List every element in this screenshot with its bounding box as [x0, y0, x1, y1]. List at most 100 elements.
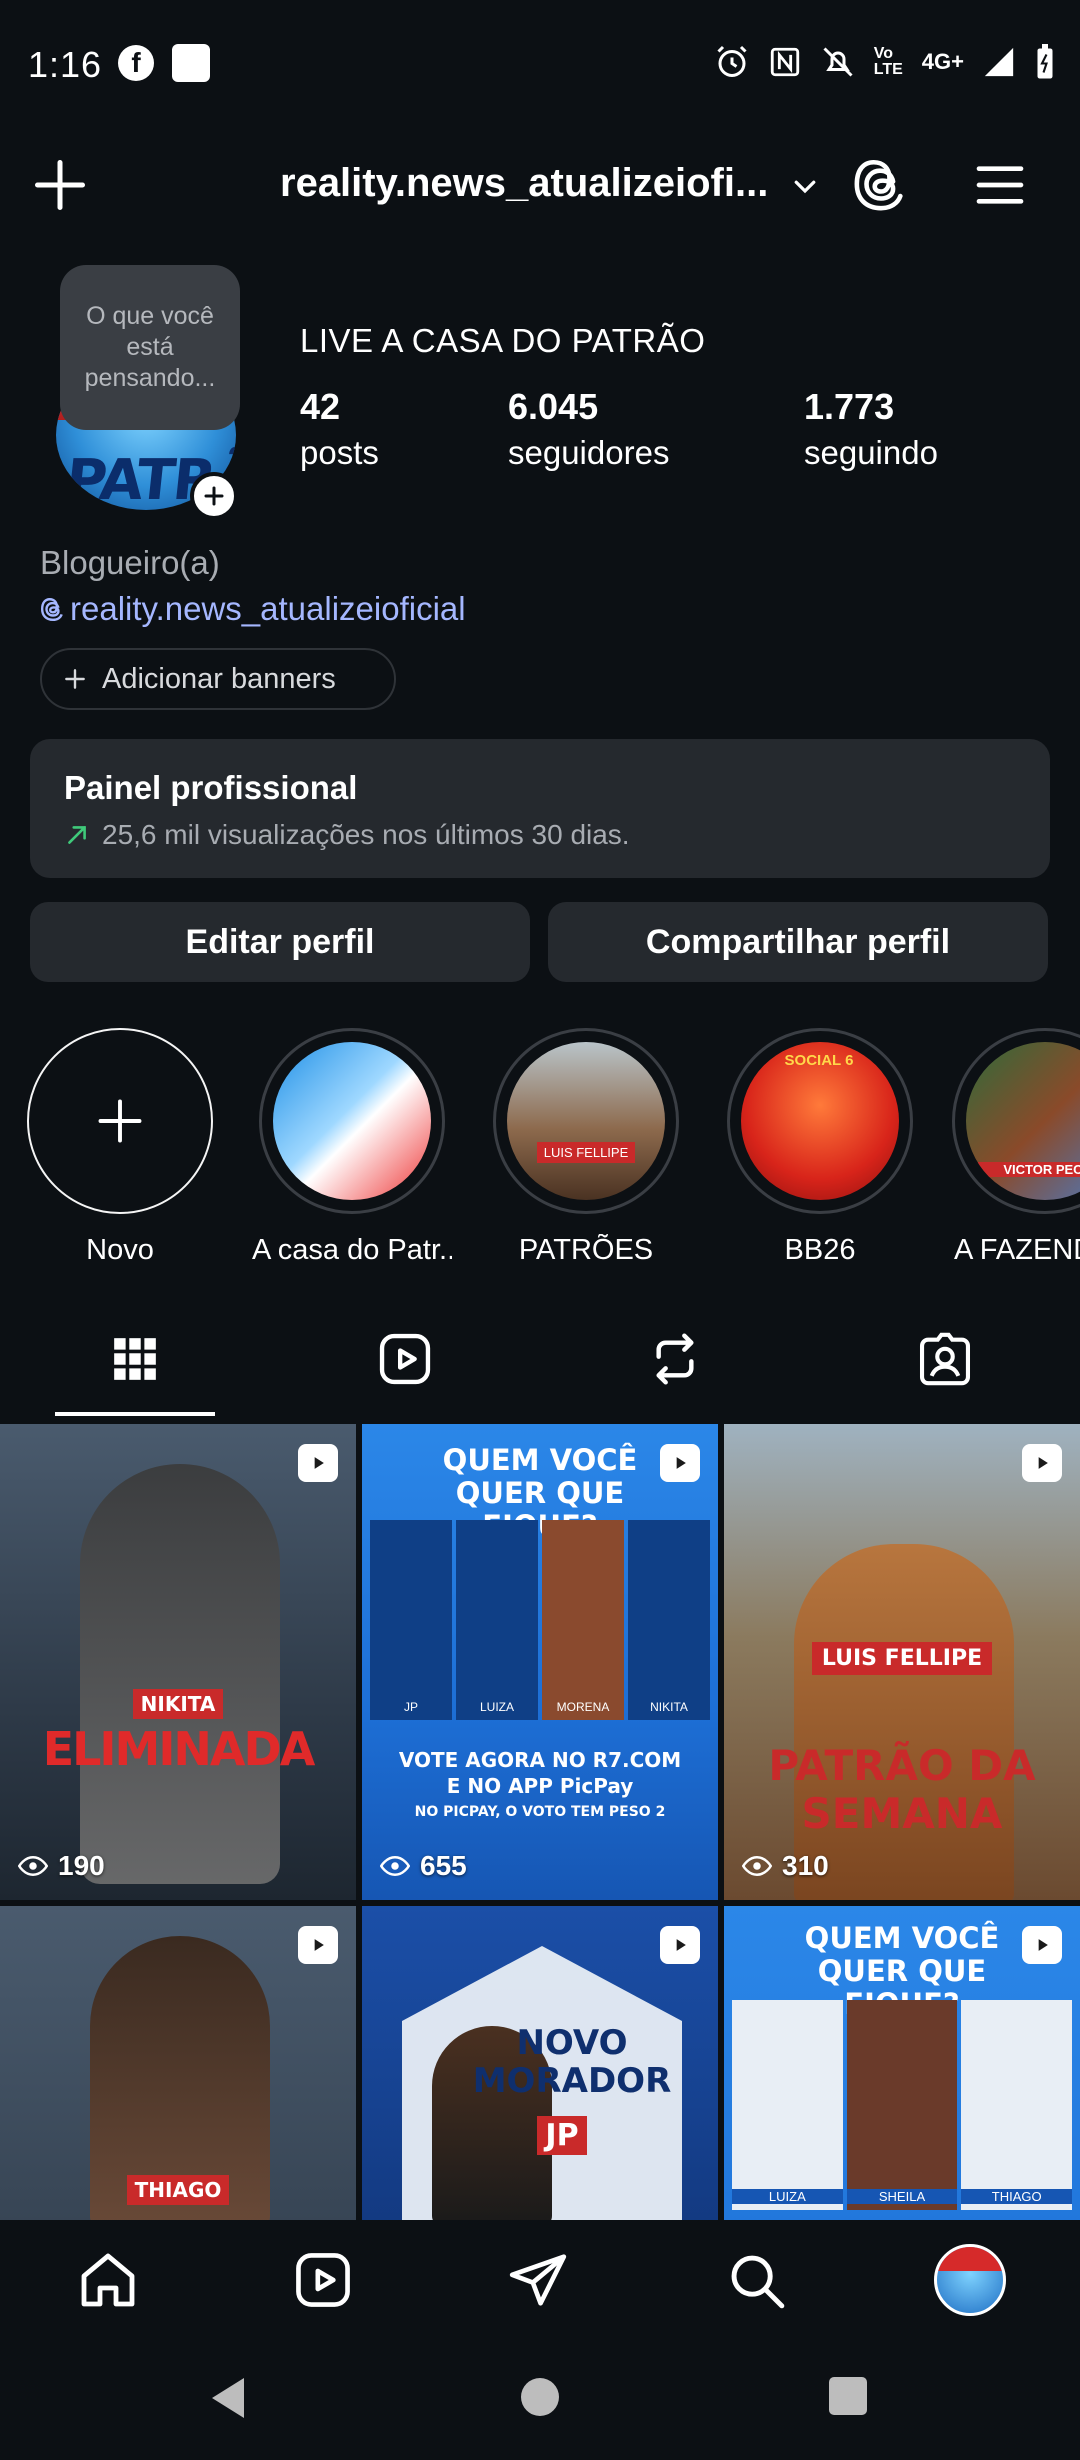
- grid-post[interactable]: THIAGO: [0, 1906, 356, 2220]
- post-figure: [794, 1544, 1014, 1900]
- reel-badge: [1022, 1444, 1062, 1482]
- reels-icon: [379, 1333, 431, 1385]
- grid-post[interactable]: QUEM VOCÊ QUER QUE FIQUE? LUIZA SHEILA T…: [724, 1906, 1080, 2220]
- post-name-tag: THIAGO: [0, 2175, 356, 2205]
- note-bubble[interactable]: O que você está pensando...: [60, 265, 240, 430]
- highlight-ring: VICTOR PECO: [952, 1028, 1080, 1214]
- play-icon: [1038, 1939, 1048, 1951]
- network-label: 4G+: [921, 49, 964, 74]
- highlight-cover: VICTOR PECO: [966, 1042, 1080, 1200]
- edit-profile-button[interactable]: Editar perfil: [30, 902, 530, 982]
- grid-post[interactable]: QUEM VOCÊ QUER QUE FIQUE? JP LUIZA MOREN…: [362, 1424, 718, 1900]
- professional-dashboard[interactable]: Painel profissional 25,6 mil visualizaçõ…: [30, 739, 1050, 878]
- home-button[interactable]: [521, 2378, 559, 2416]
- contestant-card: NIKITA: [628, 1520, 710, 1720]
- grid-post[interactable]: LUIS FELLIPE PATRÃO DA SEMANA 310: [724, 1424, 1080, 1900]
- contestant-card: LUIZA: [456, 1520, 538, 1720]
- stat-posts-label: posts: [300, 434, 379, 471]
- stat-followers-count: 6.045: [508, 386, 599, 427]
- tab-posts-grid[interactable]: [0, 1300, 270, 1418]
- contestant-name: MORENA: [556, 1700, 610, 1714]
- nav-profile[interactable]: [934, 2244, 1006, 2316]
- status-time: 1:16: [28, 44, 103, 85]
- view-count-value: 190: [58, 1850, 105, 1881]
- panel-subtitle: 25,6 mil visualizações nos últimos 30 di…: [102, 819, 630, 850]
- contestant-card: THIAGO: [961, 2000, 1073, 2210]
- contestant-name: THIAGO: [961, 2189, 1073, 2204]
- nav-reels[interactable]: [287, 2244, 359, 2316]
- add-banners-label: Adicionar banners: [102, 662, 336, 695]
- post-name: NIKITA: [132, 1689, 224, 1719]
- nav-home[interactable]: [72, 2244, 144, 2316]
- threads-icon[interactable]: [852, 155, 910, 213]
- tab-reposts[interactable]: [540, 1300, 810, 1418]
- add-story-button[interactable]: [190, 472, 238, 520]
- plus-icon[interactable]: [30, 155, 90, 215]
- stat-following[interactable]: 1.773 seguindo: [804, 386, 938, 472]
- recents-button[interactable]: [829, 2377, 867, 2415]
- highlight-label: A casa do Patr...: [252, 1234, 452, 1266]
- highlight-ring: LUIS FELLIPE: [493, 1028, 679, 1214]
- highlight-ring: SOCIAL 6: [727, 1028, 913, 1214]
- highlight-a-casa-do-patrao[interactable]: A casa do Patr...: [252, 1028, 452, 1267]
- grid-post[interactable]: NOVO MORADOR JP: [362, 1906, 718, 2220]
- nav-direct[interactable]: [502, 2244, 574, 2316]
- highlight-patroes[interactable]: LUIS FELLIPE PATRÕES: [486, 1028, 686, 1267]
- post-name-tag: LUIS FELLIPE: [724, 1642, 1080, 1675]
- reel-badge: [298, 1926, 338, 1964]
- post-footer-2: E NO APP PicPay: [446, 1774, 634, 1798]
- chevron-down-icon[interactable]: [790, 171, 820, 201]
- reel-badge: [660, 1926, 700, 1964]
- stat-followers[interactable]: 6.045 seguidores: [508, 386, 669, 472]
- trend-up-icon: [68, 826, 86, 844]
- stat-posts[interactable]: 42 posts: [300, 386, 379, 472]
- play-icon: [676, 1457, 686, 1469]
- contestant-name: JP: [403, 1700, 418, 1714]
- volte-label: Vo LTE: [873, 45, 903, 78]
- tab-reels[interactable]: [270, 1300, 540, 1418]
- post-name: JP: [537, 2116, 587, 2155]
- threads-link[interactable]: reality.news_atualizeioficial: [40, 590, 466, 628]
- stat-following-label: seguindo: [804, 434, 938, 471]
- stat-followers-label: seguidores: [508, 434, 670, 471]
- nfc-icon: [770, 47, 799, 77]
- profile-avatar-icon: [934, 2244, 1006, 2316]
- account-switcher-username[interactable]: reality.news_atualizeiofi...: [280, 161, 768, 206]
- add-banners-button[interactable]: Adicionar banners: [40, 648, 396, 710]
- highlight-label: Novo: [86, 1234, 154, 1266]
- panel-title: Painel profissional: [64, 769, 358, 806]
- alarm-icon: [717, 45, 747, 77]
- highlight-bb26[interactable]: SOCIAL 6 BB26: [720, 1028, 920, 1267]
- reels-icon: [296, 2253, 350, 2307]
- contestant-name: LUIZA: [732, 2189, 843, 2204]
- tab-tagged[interactable]: [810, 1300, 1080, 1418]
- back-button[interactable]: [208, 2376, 248, 2420]
- view-count: 190: [18, 1850, 105, 1882]
- contestants-row: LUIZA SHEILA THIAGO: [732, 2000, 1073, 2210]
- reel-badge: [660, 1444, 700, 1482]
- send-icon: [509, 2254, 567, 2306]
- play-icon: [314, 1939, 324, 1951]
- highlight-cover-text: LUIS FELLIPE: [537, 1142, 635, 1163]
- status-left-icons: f: [118, 44, 210, 82]
- highlight-ring: [259, 1028, 445, 1214]
- contestant-name: LUIZA: [479, 1700, 514, 1714]
- plus-icon: [204, 486, 224, 506]
- highlight-cover-text: SOCIAL 6: [784, 1052, 854, 1069]
- post-name-tag: NIKITA: [0, 1689, 356, 1719]
- home-icon: [81, 2253, 135, 2307]
- grid-post[interactable]: NIKITA ELIMINADA 190: [0, 1424, 356, 1900]
- menu-icon[interactable]: [970, 157, 1030, 213]
- highlight-cover: [273, 1042, 431, 1200]
- threads-icon: [40, 598, 63, 622]
- nav-search[interactable]: [720, 2244, 792, 2316]
- view-count-value: 655: [420, 1850, 467, 1881]
- facebook-icon: f: [118, 45, 154, 81]
- grid-icon: [114, 1338, 156, 1380]
- highlight-a-fazenda[interactable]: VICTOR PECO A FAZENDA: [952, 1028, 1080, 1267]
- view-count: 655: [380, 1850, 467, 1882]
- share-profile-button[interactable]: Compartilhar perfil: [548, 902, 1048, 982]
- post-title: ELIMINADA: [42, 1722, 316, 1776]
- highlight-new[interactable]: Novo: [20, 1028, 220, 1267]
- post-name: LUIS FELLIPE: [811, 1642, 993, 1675]
